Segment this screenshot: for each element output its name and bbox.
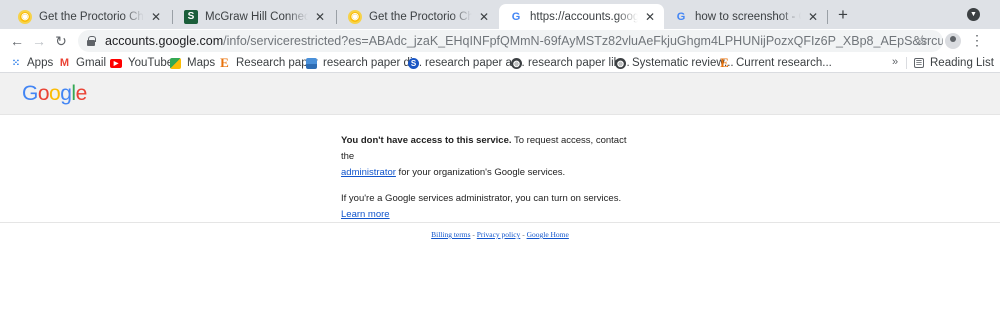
youtube-icon: ▶ bbox=[110, 58, 122, 68]
logo-letter: g bbox=[60, 82, 72, 105]
tab-search-icon[interactable]: ▼ bbox=[967, 8, 980, 21]
bookmark-apps[interactable]: ⁙ Apps bbox=[10, 56, 53, 70]
globe-icon: ◍ bbox=[511, 57, 522, 69]
bookmark-research-paper-lib[interactable]: ◍ research paper lib... bbox=[511, 56, 630, 70]
google-logo[interactable]: Google bbox=[22, 82, 87, 106]
reading-list-button[interactable]: ≡ Reading List bbox=[914, 56, 994, 70]
tab-divider bbox=[336, 10, 337, 24]
privacy-policy-link[interactable]: Privacy policy bbox=[477, 230, 521, 239]
tab-proctorio-2[interactable]: ◉ Get the Proctorio Chrome Exte ✕ bbox=[338, 4, 498, 29]
bookmark-systematic-review[interactable]: ◍ Systematic review... bbox=[615, 56, 734, 70]
close-icon[interactable]: ✕ bbox=[314, 10, 326, 24]
bookmark-research-paper-ar[interactable]: S research paper ar... bbox=[408, 56, 525, 70]
tab-mcgraw[interactable]: S McGraw Hill Connect launch - ✕ bbox=[174, 4, 334, 29]
bookmark-research-paper[interactable]: E Research paper bbox=[219, 55, 318, 70]
access-denied-paragraph: You don't have access to this service. T… bbox=[341, 133, 641, 181]
browser-toolbar: ← → ↻ accounts.google.com/info/servicere… bbox=[0, 29, 1000, 53]
close-icon[interactable]: ✕ bbox=[150, 10, 162, 24]
billing-terms-link[interactable]: Billing terms bbox=[431, 230, 470, 239]
logo-letter: o bbox=[49, 82, 61, 105]
tab-title: Get the Proctorio Chrome Exte bbox=[39, 10, 144, 23]
tab-proctorio-1[interactable]: ◉ Get the Proctorio Chrome Exte ✕ bbox=[8, 4, 170, 29]
google-header: Google bbox=[0, 73, 1000, 115]
bookmarks-overflow-icon[interactable]: » bbox=[892, 56, 898, 68]
reading-list-icon: ≡ bbox=[914, 57, 924, 69]
s-blue-icon: S bbox=[408, 57, 419, 69]
tab-title: how to screenshot - Google Se bbox=[695, 10, 801, 23]
bookmark-label: Maps bbox=[187, 57, 216, 69]
bookmark-label: Gmail bbox=[76, 57, 107, 69]
close-icon[interactable]: ✕ bbox=[478, 10, 490, 24]
close-icon[interactable]: ✕ bbox=[807, 10, 819, 24]
bookmark-gmail[interactable]: M Gmail bbox=[59, 56, 106, 70]
e-icon: E bbox=[220, 55, 229, 70]
logo-letter: e bbox=[75, 82, 88, 105]
org-services-text: for your organization's Google services. bbox=[395, 167, 566, 178]
new-tab-icon[interactable]: + bbox=[834, 6, 852, 24]
bookmarks-bar: ⁙ Apps M Gmail ▶ YouTube Maps E Research… bbox=[0, 53, 1000, 73]
bookmark-current-research[interactable]: E Current research... bbox=[719, 55, 832, 70]
proctorio-icon: ◉ bbox=[18, 9, 32, 24]
close-icon[interactable]: ✕ bbox=[644, 10, 656, 24]
tab-strip: ◉ Get the Proctorio Chrome Exte ✕ S McGr… bbox=[0, 0, 1000, 29]
lock-icon[interactable] bbox=[87, 36, 96, 46]
admin-paragraph: If you're a Google services administrato… bbox=[341, 191, 641, 223]
mcgraw-s-icon: S bbox=[184, 9, 198, 24]
bookmark-maps[interactable]: Maps bbox=[170, 56, 215, 70]
logo-letter: G bbox=[22, 82, 38, 105]
logo-letter: o bbox=[37, 82, 50, 105]
tab-divider bbox=[172, 10, 173, 24]
access-message: You don't have access to this service. T… bbox=[341, 133, 641, 233]
bookmarks-divider bbox=[906, 57, 907, 69]
tab-title: McGraw Hill Connect launch - bbox=[205, 10, 308, 23]
tab-title: Get the Proctorio Chrome Exte bbox=[369, 10, 472, 23]
tab-title: https://accounts.google.com/i bbox=[530, 10, 638, 23]
learn-more-link[interactable]: Learn more bbox=[341, 209, 390, 220]
address-bar[interactable]: accounts.google.com/info/servicerestrict… bbox=[78, 30, 943, 52]
bookmark-label: research paper ar... bbox=[425, 57, 525, 69]
google-g-icon: G bbox=[676, 10, 686, 23]
bookmark-youtube[interactable]: ▶ YouTube bbox=[110, 56, 173, 70]
footer-divider bbox=[0, 222, 1000, 223]
reading-list-label: Reading List bbox=[930, 57, 994, 69]
proctorio-icon: ◉ bbox=[348, 9, 362, 24]
tab-google-accounts[interactable]: G https://accounts.google.com/i ✕ bbox=[499, 4, 664, 29]
reload-icon[interactable]: ↻ bbox=[52, 32, 70, 50]
maps-icon bbox=[170, 57, 181, 69]
kebab-menu-icon[interactable]: ⋮ bbox=[970, 32, 984, 49]
globe-icon: ◍ bbox=[615, 57, 626, 69]
bookmark-label: Current research... bbox=[736, 57, 832, 69]
url-text[interactable]: accounts.google.com/info/servicerestrict… bbox=[105, 34, 943, 48]
bookmark-label: YouTube bbox=[128, 57, 174, 69]
apps-grid-icon: ⁙ bbox=[11, 57, 20, 69]
bookmark-star-icon[interactable]: ☆ bbox=[916, 32, 929, 49]
profile-avatar-icon[interactable] bbox=[945, 33, 961, 49]
tab-divider bbox=[827, 10, 828, 24]
access-denied-heading: You don't have access to this service. bbox=[341, 135, 512, 146]
google-g-icon: G bbox=[511, 10, 521, 23]
forward-icon[interactable]: → bbox=[30, 32, 48, 50]
google-home-link[interactable]: Google Home bbox=[527, 230, 569, 239]
footer: Billing terms - Privacy policy - Google … bbox=[0, 230, 1000, 239]
bookmark-label: Apps bbox=[27, 57, 54, 69]
image-icon bbox=[306, 57, 317, 69]
back-icon[interactable]: ← bbox=[8, 32, 26, 50]
tab-google-search[interactable]: G how to screenshot - Google Se ✕ bbox=[664, 4, 827, 29]
bookmark-research-paper-di[interactable]: research paper di... bbox=[306, 56, 422, 70]
gmail-icon: M bbox=[59, 57, 70, 69]
admin-turn-on-text: If you're a Google services administrato… bbox=[341, 193, 622, 204]
administrator-link[interactable]: administrator bbox=[341, 167, 396, 178]
e-icon: E bbox=[720, 55, 729, 70]
